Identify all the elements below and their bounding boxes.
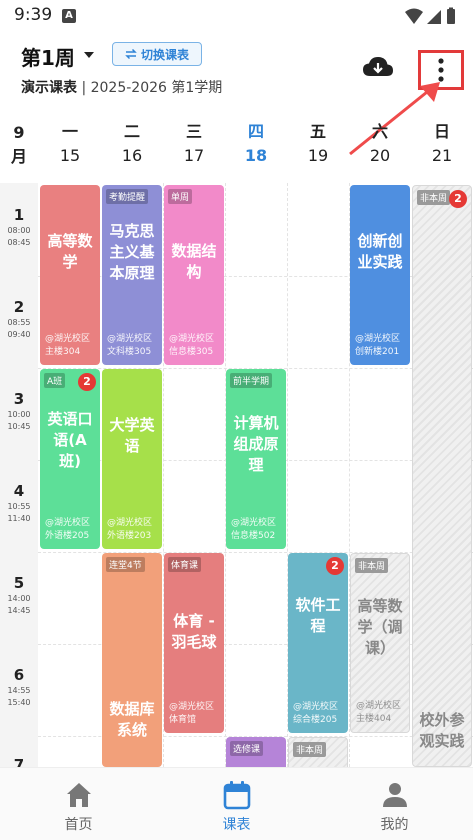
period-label: 4 10:55 11:40	[7, 482, 31, 523]
course-name: 大学英语	[109, 416, 155, 455]
course-card[interactable]: 2 软件工程 @湖光校区 综合楼205	[288, 553, 348, 733]
course-location: @湖光校区 创新楼201	[355, 334, 401, 357]
course-card[interactable]: 大学英语 @湖光校区 外语楼203	[102, 369, 162, 549]
day-column-header: 日 21	[431, 122, 453, 165]
week-days-header: 9 月 一 15 二 16 三 17 四 18 五 19 六 20 日 21	[0, 113, 473, 175]
course-card-off-week[interactable]: 非本周	[288, 737, 348, 767]
home-icon	[67, 783, 91, 807]
course-location: @湖光校区 信息楼502	[231, 518, 277, 541]
notification-icon: A	[62, 9, 76, 23]
system-status-icons	[405, 7, 455, 24]
chevron-down-icon[interactable]	[84, 52, 94, 58]
week-title[interactable]: 第1周	[21, 42, 75, 71]
course-tag: 考勤提醒	[106, 189, 149, 204]
day-column-header: 六 20	[369, 122, 391, 165]
course-tag: 前半学期	[230, 373, 273, 388]
bottom-navigation: 首页 课表 我的	[0, 767, 473, 840]
schedule-name: 演示课表	[21, 80, 77, 96]
nav-schedule-label: 课表	[222, 817, 251, 833]
course-name: 创新创业实践	[357, 232, 403, 271]
course-card[interactable]: 连堂4节 数据库系统	[102, 553, 162, 767]
course-card[interactable]: 前半学期 计算机组成原理 @湖光校区 信息楼502	[226, 369, 286, 549]
course-tag: 连堂4节	[106, 557, 145, 572]
course-name: 软件工程	[295, 596, 341, 635]
period-label: 1 08:00 08:45	[7, 206, 31, 247]
period-label: 7	[13, 756, 25, 767]
wifi-icon	[405, 8, 423, 24]
term-text: | 2025-2026 第1学期	[77, 80, 223, 96]
nav-home[interactable]: 首页	[0, 768, 157, 840]
course-location: @湖光校区 主楼404	[356, 701, 402, 724]
course-location: @湖光校区 主楼304	[45, 334, 91, 357]
period-label: 3 10:00 10:45	[7, 390, 31, 431]
day-column-header: 三 17	[183, 122, 205, 165]
swap-icon	[125, 48, 137, 60]
period-label: 2 08:55 09:40	[7, 298, 31, 339]
course-name: 数据库系统	[109, 700, 155, 739]
status-bar: 9:39 A	[0, 0, 473, 32]
course-name: 高等数学（调课）	[357, 597, 403, 657]
status-time: 9:39	[14, 5, 53, 25]
course-tag: 体育课	[168, 557, 202, 572]
course-card-off-week[interactable]: 非本周 高等数学（调课） @湖光校区 主楼404	[350, 553, 410, 733]
period-label: 5 14:00 14:45	[7, 574, 31, 615]
signal-icon	[427, 10, 441, 24]
nav-mine-label: 我的	[380, 817, 409, 833]
course-name: 英语口语(A班)	[47, 410, 93, 470]
course-name: 高等数学	[47, 232, 93, 271]
conflict-badge: 2	[326, 557, 344, 575]
course-name: 马克思主义基本原理	[109, 222, 155, 282]
battery-icon	[447, 9, 455, 24]
course-location: @湖光校区 体育馆	[169, 702, 215, 725]
course-card[interactable]: 创新创业实践 @湖光校区 创新楼201	[350, 185, 410, 365]
course-card[interactable]: 体育课 体育 - 羽毛球 @湖光校区 体育馆	[164, 553, 224, 733]
period-label: 6 14:55 15:40	[7, 666, 31, 707]
course-card[interactable]: A班 2 英语口语(A班) @湖光校区 外语楼205	[40, 369, 100, 549]
conflict-badge: 2	[78, 373, 96, 391]
conflict-badge: 2	[449, 190, 467, 208]
course-tag: 单周	[168, 189, 193, 204]
course-card[interactable]: 考勤提醒 马克思主义基本原理 @湖光校区 文科楼305	[102, 185, 162, 365]
course-location: @湖光校区 综合楼205	[293, 702, 339, 725]
schedule-subtitle: 演示课表 | 2025-2026 第1学期	[21, 77, 222, 97]
course-card[interactable]: 高等数学 @湖光校区 主楼304	[40, 185, 100, 365]
day-column-header: 二 16	[121, 122, 143, 165]
course-tag: 非本周	[417, 190, 451, 205]
course-location: @湖光校区 文科楼305	[107, 334, 153, 357]
course-card-off-week[interactable]: 非本周 2 校外参观实践	[412, 185, 472, 767]
course-tag: 非本周	[355, 558, 389, 573]
course-name: 校外参观实践	[419, 711, 465, 750]
course-location: @湖光校区 外语楼205	[45, 518, 91, 541]
course-tag: A班	[44, 373, 66, 388]
nav-mine[interactable]: 我的	[316, 768, 473, 840]
person-icon	[383, 783, 407, 807]
calendar-icon	[223, 781, 251, 810]
course-tag: 选修课	[230, 741, 264, 756]
course-card[interactable]: 单周 数据结构 @湖光校区 信息楼305	[164, 185, 224, 365]
switch-schedule-button[interactable]: 切换课表	[112, 42, 202, 66]
day-column-header: 五 19	[307, 122, 329, 165]
course-name: 计算机组成原理	[233, 414, 279, 474]
timetable-grid[interactable]: 1 08:00 08:45 2 08:55 09:40 3 10:00 10:45 4 10:…	[0, 183, 473, 767]
nav-schedule[interactable]: 课表	[158, 768, 315, 840]
day-column-header: 一 15	[59, 122, 81, 165]
course-location: @湖光校区 外语楼203	[107, 518, 153, 541]
day-column-header-today: 四 18	[244, 122, 268, 165]
nav-home-label: 首页	[64, 817, 93, 833]
course-name: 体育 - 羽毛球	[171, 612, 217, 651]
switch-schedule-label: 切换课表	[140, 47, 189, 62]
course-name: 数据结构	[171, 242, 217, 281]
month-label: 9 月	[10, 123, 27, 166]
course-tag: 非本周	[293, 742, 327, 757]
course-card[interactable]: 选修课	[226, 737, 286, 767]
course-location: @湖光校区 信息楼305	[169, 334, 215, 357]
